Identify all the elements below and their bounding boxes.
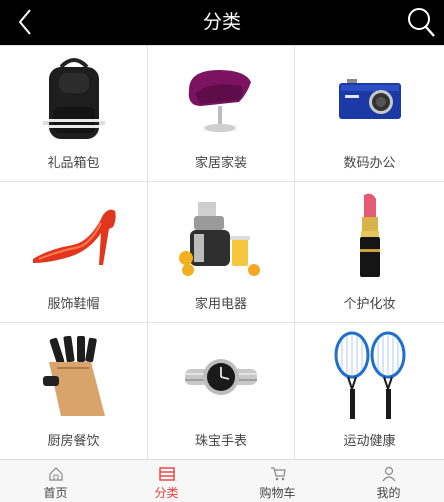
category-item-kitchen[interactable]: 厨房餐饮: [0, 323, 148, 460]
lipstick-image: [295, 188, 444, 284]
page-title: 分类: [202, 11, 241, 33]
category-item-home[interactable]: 家居家装: [148, 46, 295, 182]
category-item-apparel[interactable]: 服饰鞋帽: [0, 182, 148, 323]
bottom-tab-bar: 首页 分类 购物车 我的: [0, 459, 444, 502]
high-heel-image: [0, 188, 147, 284]
category-label: 家用电器: [194, 297, 247, 312]
tab-label: 我的: [376, 486, 401, 500]
category-item-jewelry-watches[interactable]: 珠宝手表: [148, 323, 295, 460]
category-grid: 礼品箱包 家居家装 数码办公 服饰鞋帽 家用电器 个护化妆 厨房餐饮 珠宝手表 …: [0, 45, 444, 460]
search-icon[interactable]: [406, 6, 436, 38]
category-item-appliances[interactable]: 家用电器: [148, 182, 295, 323]
user-icon: [381, 466, 397, 482]
top-bar: 分类: [0, 0, 444, 45]
tab-cart[interactable]: 购物车: [222, 460, 333, 502]
cart-icon: [270, 466, 286, 482]
category-label: 家居家装: [194, 156, 247, 171]
tab-category[interactable]: 分类: [111, 460, 222, 502]
tab-label: 购物车: [259, 486, 296, 500]
category-label: 服饰鞋帽: [47, 297, 100, 312]
tab-label: 首页: [43, 486, 68, 500]
camera-image: [295, 52, 444, 148]
category-label: 数码办公: [343, 156, 396, 171]
category-item-gifts-bags[interactable]: 礼品箱包: [0, 46, 148, 182]
category-item-digital-office[interactable]: 数码办公: [295, 46, 444, 182]
backpack-image: [0, 52, 147, 148]
category-label: 个护化妆: [343, 297, 396, 312]
category-label: 礼品箱包: [47, 156, 100, 171]
category-label: 厨房餐饮: [47, 434, 100, 449]
tab-mine[interactable]: 我的: [333, 460, 444, 502]
category-item-beauty[interactable]: 个护化妆: [295, 182, 444, 323]
category-item-sports[interactable]: 运动健康: [295, 323, 444, 460]
watch-image: [148, 329, 294, 425]
tennis-racket-image: [295, 329, 444, 425]
tab-label: 分类: [154, 486, 179, 500]
tab-home[interactable]: 首页: [0, 460, 111, 502]
home-icon: [48, 466, 64, 482]
category-icon: [158, 466, 175, 482]
category-label: 运动健康: [343, 434, 396, 449]
juicer-image: [148, 188, 294, 284]
chair-image: [148, 52, 294, 148]
category-label: 珠宝手表: [194, 434, 247, 449]
knife-block-image: [0, 329, 147, 425]
